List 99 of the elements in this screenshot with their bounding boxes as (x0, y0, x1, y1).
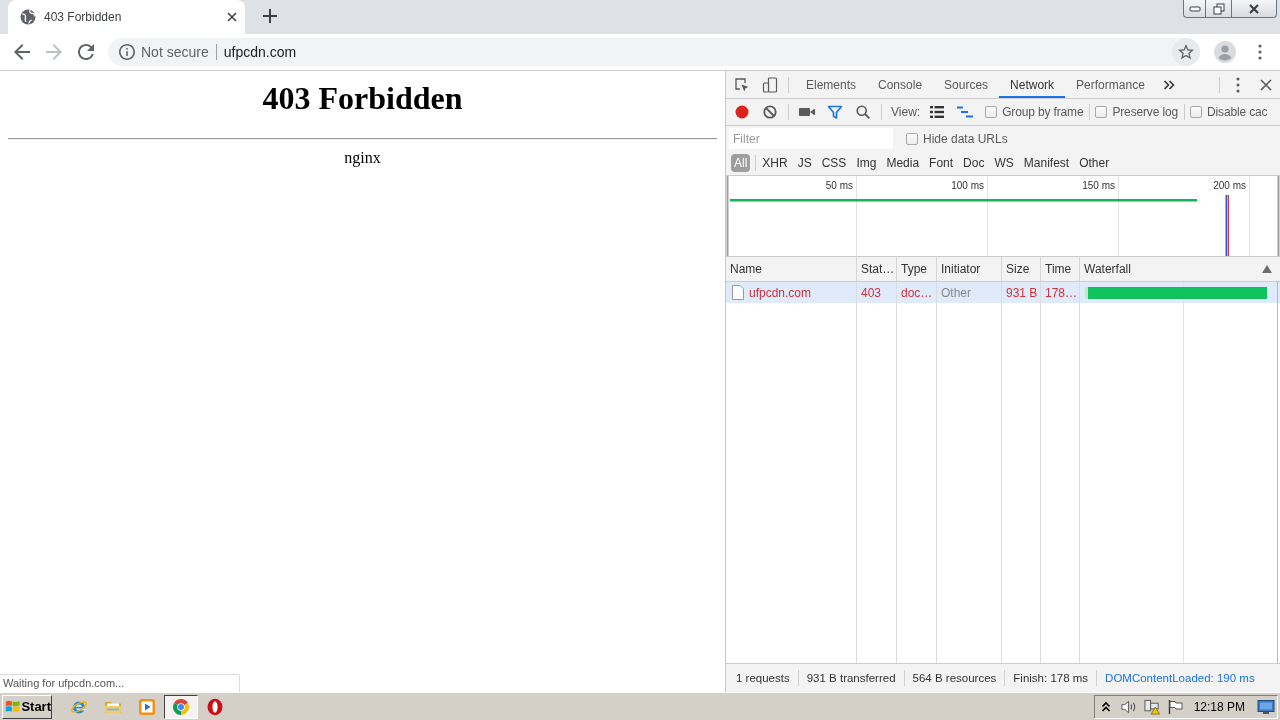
type-filter[interactable]: JS (792, 154, 817, 172)
plus-icon (263, 9, 277, 23)
tick-label: 50 ms (825, 180, 853, 191)
page-heading: 403 Forbidden (262, 80, 463, 117)
staggered-bars-icon (957, 104, 974, 120)
close-window-button[interactable] (1232, 0, 1277, 18)
cursor-square-icon (734, 76, 750, 93)
initiator-cell: Other (941, 285, 971, 300)
avatar-icon (1214, 41, 1236, 63)
arrow-right-icon (46, 44, 62, 60)
kebab-menu-icon (1258, 44, 1262, 60)
reload-icon (78, 44, 94, 60)
checkbox[interactable] (1095, 106, 1108, 118)
security-label: Not secure (141, 44, 209, 60)
panel-tab[interactable]: Sources (933, 71, 1000, 98)
url-text: ufpcdn.com (223, 44, 297, 60)
column-header[interactable]: Initiator (937, 257, 1002, 281)
document-icon (732, 285, 744, 300)
checkbox[interactable] (985, 106, 998, 118)
checkbox-label[interactable]: Hide data URLs (923, 131, 1008, 146)
panel-tab[interactable]: Performance (1065, 71, 1156, 98)
type-filter[interactable]: Img (851, 154, 882, 172)
segmented-circle-icon (172, 697, 190, 716)
close-icon (227, 12, 237, 22)
bookmark-button[interactable] (1172, 38, 1200, 66)
ring-icon (206, 697, 224, 716)
column-header[interactable]: Waterfall (1080, 257, 1280, 281)
network-warning-icon[interactable] (1143, 698, 1161, 715)
checkbox[interactable] (906, 132, 918, 145)
request-name: ufpcdn.com (749, 285, 812, 300)
server-name: nginx (344, 149, 381, 167)
summary-text: Finish: 178 ms (1005, 670, 1098, 686)
clear-icon (763, 105, 777, 119)
view-label: View: (891, 105, 921, 119)
arrow-left-icon (14, 44, 30, 60)
clock[interactable]: 12:18 PM (1193, 699, 1245, 714)
type-filter[interactable]: Other (1074, 154, 1115, 172)
summary-text: DOMContentLoaded: 190 ms (1104, 671, 1256, 686)
list-icon (930, 105, 945, 119)
logo-icon (5, 698, 21, 715)
start-button[interactable]: Start (2, 694, 52, 719)
address-bar[interactable]: Not secure ufpcdn.com (108, 38, 1200, 66)
minimize-icon (1188, 5, 1201, 12)
type-cell: doc… (901, 285, 933, 300)
checkbox[interactable] (1190, 106, 1202, 118)
panel-tab[interactable]: Network (999, 71, 1066, 98)
monitor-icon[interactable] (1257, 698, 1275, 715)
info-icon (119, 44, 135, 60)
type-filter[interactable]: Media (881, 154, 925, 172)
panel-tab[interactable]: Elements (795, 71, 868, 98)
type-filter[interactable]: CSS (816, 154, 852, 172)
tick-label: 100 ms (951, 180, 984, 191)
restore-icon (1212, 2, 1225, 15)
speaker-icon[interactable] (1120, 698, 1138, 715)
flag-icon[interactable] (1166, 698, 1184, 715)
type-filter[interactable]: Font (924, 154, 959, 172)
type-filter[interactable]: WS (989, 154, 1019, 172)
sort-ascending-icon (1262, 265, 1272, 273)
tick-label: 200 ms (1213, 180, 1246, 191)
phone-tablet-icon (762, 76, 778, 93)
tick-label: 150 ms (1082, 180, 1115, 191)
filter-field[interactable]: Filter (729, 128, 893, 149)
checkbox-label[interactable]: Preserve log (1112, 105, 1178, 119)
double-chevron-icon (1162, 78, 1175, 91)
taskbar-app-button[interactable] (164, 694, 198, 719)
time-cell: 178… (1045, 285, 1078, 300)
checkbox-label[interactable]: Disable cac (1207, 105, 1268, 119)
play-button-icon (138, 697, 156, 716)
summary-text: 564 B resources (904, 670, 1006, 686)
type-filter[interactable]: Doc (958, 154, 990, 172)
column-header[interactable]: Name (726, 257, 857, 281)
size-cell: 931 B (1006, 285, 1038, 300)
panel-tab[interactable]: Console (867, 71, 934, 98)
close-icon (1260, 78, 1272, 91)
search-icon (856, 105, 870, 119)
type-filter[interactable]: Manifest (1018, 154, 1075, 172)
column-header[interactable]: Type (897, 257, 937, 281)
close-icon (1248, 2, 1260, 15)
summary-text: 1 requests (728, 670, 799, 686)
kebab-menu-icon (1236, 76, 1240, 93)
restore-button[interactable] (1206, 0, 1232, 18)
range-handle[interactable] (726, 176, 729, 256)
chevron-up-icon[interactable] (1100, 700, 1111, 713)
status-bubble: Waiting for ufpcdn.com... (0, 674, 240, 692)
column-header[interactable]: Stat… (857, 257, 897, 281)
browser-tab[interactable]: 403 Forbidden (8, 0, 245, 34)
filter-icon (827, 104, 843, 120)
range-handle[interactable] (1277, 176, 1280, 256)
column-header[interactable]: Time (1041, 257, 1080, 281)
summary-text: 931 B transferred (798, 670, 905, 686)
request-row[interactable]: ufpcdn.com 403 doc… Other 931 B 178… (726, 282, 1280, 303)
type-filter[interactable]: XHR (757, 154, 793, 172)
globe-icon (20, 9, 36, 25)
star-icon (1178, 44, 1194, 60)
status-cell: 403 (861, 285, 882, 300)
checkbox-label[interactable]: Group by frame (1002, 105, 1084, 119)
record-icon (735, 105, 749, 119)
column-header[interactable]: Size (1002, 257, 1041, 281)
minimize-button[interactable] (1183, 0, 1206, 18)
